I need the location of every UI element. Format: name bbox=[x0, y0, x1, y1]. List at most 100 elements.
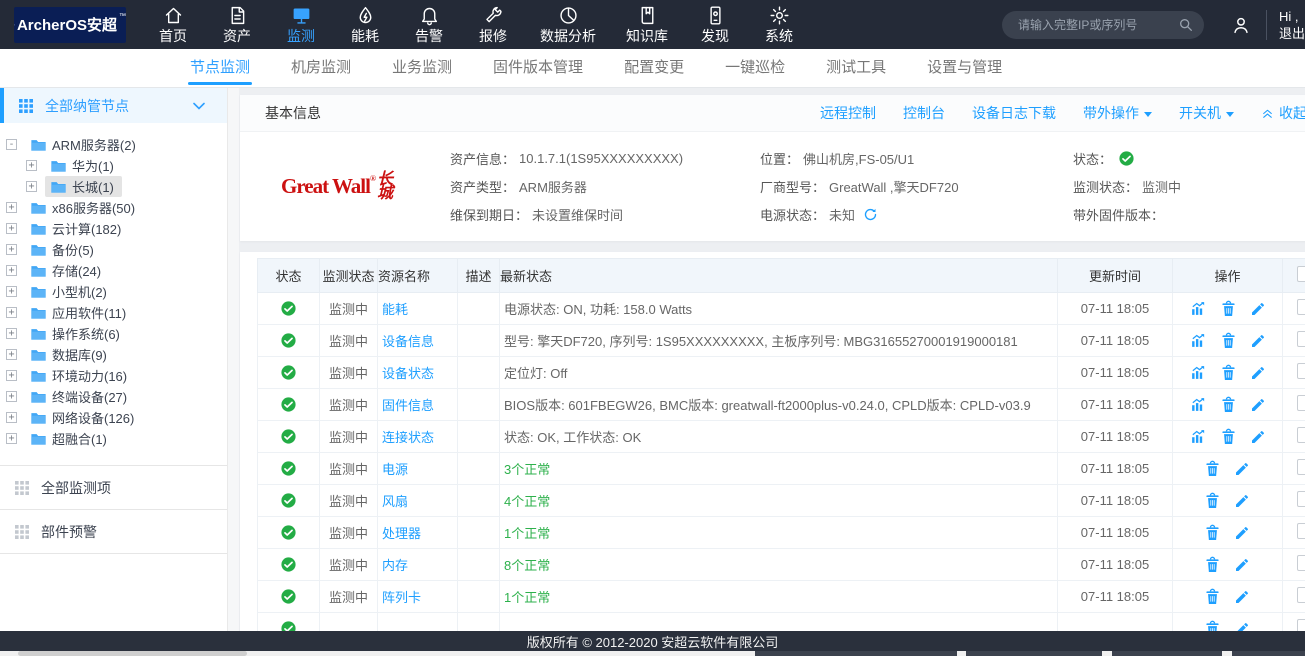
subnav-tab[interactable]: 固件版本管理 bbox=[493, 49, 583, 88]
nav-item-discovery[interactable]: 发现 bbox=[698, 5, 732, 44]
history-chart-icon[interactable] bbox=[1190, 396, 1207, 413]
subnav-tab[interactable]: 配置变更 bbox=[624, 49, 684, 88]
edit-icon[interactable] bbox=[1250, 333, 1266, 349]
nav-item-energy[interactable]: 能耗 bbox=[348, 5, 382, 44]
tree-expander[interactable]: + bbox=[6, 391, 17, 402]
row-checkbox[interactable] bbox=[1297, 363, 1305, 379]
sidebar-item-all-monitor-items[interactable]: 全部监测项 bbox=[0, 465, 227, 509]
sidebar-header-all-nodes[interactable]: 全部纳管节点 bbox=[0, 88, 227, 123]
delete-icon[interactable] bbox=[1205, 492, 1220, 509]
tree-node[interactable]: + x86服务器(50) bbox=[0, 197, 227, 218]
resource-name-link[interactable]: 能耗 bbox=[382, 302, 408, 317]
tree-expander[interactable]: + bbox=[6, 265, 17, 276]
resource-name-link[interactable]: 固件信息 bbox=[382, 398, 434, 413]
tree-expander[interactable]: + bbox=[6, 244, 17, 255]
edit-icon[interactable] bbox=[1234, 493, 1250, 509]
row-checkbox[interactable] bbox=[1297, 555, 1305, 571]
history-chart-icon[interactable] bbox=[1190, 300, 1207, 317]
tree-node[interactable]: + 终端设备(27) bbox=[0, 386, 227, 407]
tree-node[interactable]: + 华为(1) bbox=[0, 155, 227, 176]
search-input[interactable] bbox=[1016, 17, 1178, 33]
row-checkbox[interactable] bbox=[1297, 587, 1305, 603]
tree-node[interactable]: + 长城(1) bbox=[0, 176, 227, 197]
delete-icon[interactable] bbox=[1221, 300, 1236, 317]
delete-icon[interactable] bbox=[1221, 396, 1236, 413]
history-chart-icon[interactable] bbox=[1190, 428, 1207, 445]
resource-name-link[interactable]: 处理器 bbox=[382, 526, 421, 541]
global-search[interactable] bbox=[1002, 11, 1204, 39]
row-checkbox[interactable] bbox=[1297, 427, 1305, 443]
edit-icon[interactable] bbox=[1250, 301, 1266, 317]
nav-item-home[interactable]: 首页 bbox=[156, 5, 190, 44]
nav-item-alerts[interactable]: 告警 bbox=[412, 5, 446, 44]
tree-expander[interactable]: + bbox=[6, 412, 17, 423]
sidebar-item-component-warning[interactable]: 部件预警 bbox=[0, 509, 227, 554]
tree-node[interactable]: + 操作系统(6) bbox=[0, 323, 227, 344]
tree-expander[interactable]: + bbox=[6, 349, 17, 360]
tree-expander[interactable]: + bbox=[6, 328, 17, 339]
user-icon[interactable] bbox=[1230, 14, 1252, 36]
nav-item-analytics[interactable]: 数据分析 bbox=[540, 5, 596, 44]
edit-icon[interactable] bbox=[1250, 429, 1266, 445]
horizontal-scrollbar[interactable] bbox=[0, 651, 1305, 656]
resource-name-link[interactable]: 设备状态 bbox=[382, 366, 434, 381]
history-chart-icon[interactable] bbox=[1190, 364, 1207, 381]
row-checkbox[interactable] bbox=[1297, 331, 1305, 347]
nav-item-knowledge[interactable]: 知识库 bbox=[626, 5, 668, 44]
tree-node[interactable]: + 备份(5) bbox=[0, 239, 227, 260]
tree-node[interactable]: + 超融合(1) bbox=[0, 428, 227, 449]
oob-operation-dropdown[interactable]: 带外操作 bbox=[1083, 103, 1152, 123]
tree-node[interactable]: + 应用软件(11) bbox=[0, 302, 227, 323]
delete-icon[interactable] bbox=[1221, 364, 1236, 381]
sidebar-scrollbar[interactable] bbox=[228, 88, 239, 656]
search-icon[interactable] bbox=[1178, 17, 1194, 33]
nav-item-monitor[interactable]: 监测 bbox=[284, 5, 318, 44]
resource-name-link[interactable]: 连接状态 bbox=[382, 430, 434, 445]
delete-icon[interactable] bbox=[1205, 524, 1220, 541]
row-checkbox[interactable] bbox=[1297, 523, 1305, 539]
chevron-down-icon[interactable] bbox=[193, 102, 205, 110]
collapse-link[interactable]: 收起 bbox=[1261, 103, 1305, 123]
edit-icon[interactable] bbox=[1250, 397, 1266, 413]
tree-expander[interactable]: + bbox=[6, 433, 17, 444]
delete-icon[interactable] bbox=[1221, 428, 1236, 445]
delete-icon[interactable] bbox=[1205, 556, 1220, 573]
row-checkbox[interactable] bbox=[1297, 491, 1305, 507]
resource-name-link[interactable]: 设备信息 bbox=[382, 334, 434, 349]
nav-item-system[interactable]: 系统 bbox=[762, 5, 796, 44]
power-switch-dropdown[interactable]: 开关机 bbox=[1179, 103, 1234, 123]
console-link[interactable]: 控制台 bbox=[903, 103, 945, 123]
tree-expander[interactable]: + bbox=[6, 370, 17, 381]
subnav-tab[interactable]: 节点监测 bbox=[190, 49, 250, 88]
tree-node[interactable]: + 网络设备(126) bbox=[0, 407, 227, 428]
select-all-checkbox[interactable] bbox=[1297, 266, 1305, 282]
resource-name-link[interactable]: 电源 bbox=[382, 462, 408, 477]
edit-icon[interactable] bbox=[1234, 461, 1250, 477]
tree-expander[interactable]: + bbox=[6, 286, 17, 297]
history-chart-icon[interactable] bbox=[1190, 332, 1207, 349]
delete-icon[interactable] bbox=[1221, 332, 1236, 349]
tree-expander[interactable]: + bbox=[6, 223, 17, 234]
logout-link[interactable]: 退出 bbox=[1279, 25, 1305, 42]
tree-node[interactable]: + 存储(24) bbox=[0, 260, 227, 281]
nav-item-assets[interactable]: 资产 bbox=[220, 5, 254, 44]
delete-icon[interactable] bbox=[1205, 460, 1220, 477]
tree-node[interactable]: + 环境动力(16) bbox=[0, 365, 227, 386]
delete-icon[interactable] bbox=[1205, 588, 1220, 605]
row-checkbox[interactable] bbox=[1297, 395, 1305, 411]
archeros-logo[interactable]: ArcherOS安超 ™ bbox=[14, 7, 126, 43]
tree-expander[interactable]: - bbox=[6, 139, 17, 150]
row-checkbox[interactable] bbox=[1297, 299, 1305, 315]
refresh-icon[interactable] bbox=[863, 207, 878, 222]
tree-expander[interactable]: + bbox=[6, 307, 17, 318]
subnav-tab[interactable]: 机房监测 bbox=[291, 49, 351, 88]
tree-node[interactable]: - ARM服务器(2) bbox=[0, 134, 227, 155]
tree-expander[interactable]: + bbox=[26, 181, 37, 192]
resource-name-link[interactable]: 风扇 bbox=[382, 494, 408, 509]
scrollbar-thumb[interactable] bbox=[18, 651, 247, 656]
row-checkbox[interactable] bbox=[1297, 459, 1305, 475]
edit-icon[interactable] bbox=[1250, 365, 1266, 381]
tree-node[interactable]: + 云计算(182) bbox=[0, 218, 227, 239]
tree-node[interactable]: + 小型机(2) bbox=[0, 281, 227, 302]
device-log-download-link[interactable]: 设备日志下载 bbox=[972, 103, 1056, 123]
